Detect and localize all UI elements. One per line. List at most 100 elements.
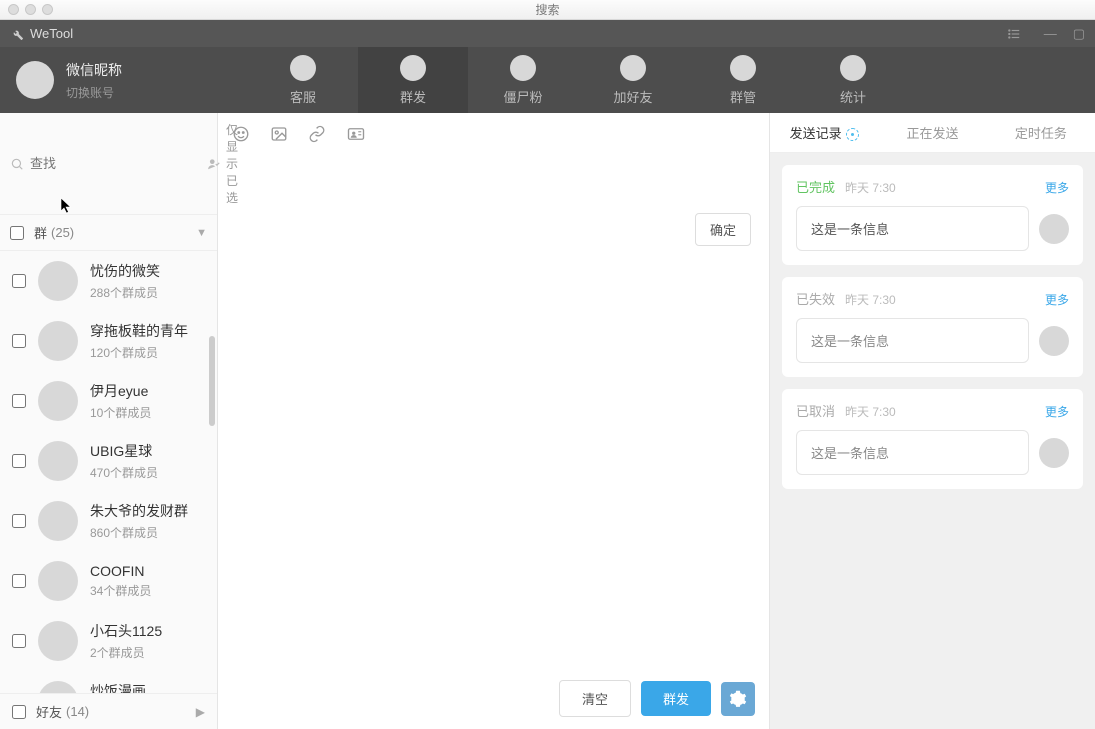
traffic-lights bbox=[8, 4, 53, 15]
history-tabs: 发送记录 正在发送 定时任务 bbox=[770, 113, 1095, 153]
close-window-dot[interactable] bbox=[8, 4, 19, 15]
nav-icon-groupmgmt bbox=[730, 55, 756, 81]
history-card: 已失效昨天 7:30更多这是一条信息 bbox=[782, 277, 1083, 377]
sidebar: 仅显示已选 群 (25) ▼ 忧伤的微笑288个群成员穿拖板鞋的青年 120个群成… bbox=[0, 113, 218, 729]
window-title: 搜索 bbox=[535, 1, 559, 18]
list-item[interactable]: 朱大爷的发财群 860个群成员 bbox=[0, 491, 217, 551]
profile-area: 微信昵称 切换账号 bbox=[0, 47, 218, 113]
list-item[interactable]: COOFIN34个群成员 bbox=[0, 551, 217, 611]
nav-tabs: 客服 群发 僵尸粉 加好友 群管 统计 bbox=[218, 47, 1095, 113]
link-icon[interactable] bbox=[308, 125, 326, 143]
recipient-avatar bbox=[1039, 438, 1069, 468]
composer-toolbar bbox=[218, 113, 769, 155]
switch-account-link[interactable]: 切换账号 bbox=[66, 84, 122, 101]
card-time: 昨天 7:30 bbox=[845, 179, 896, 196]
minimize-button[interactable]: — bbox=[1044, 26, 1057, 41]
group-avatar bbox=[38, 441, 78, 481]
mac-titlebar: 搜索 bbox=[0, 0, 1095, 20]
contact-card-icon[interactable] bbox=[346, 125, 366, 143]
list-item[interactable]: 忧伤的微笑288个群成员 bbox=[0, 251, 217, 311]
history-cards: 已完成昨天 7:30更多这是一条信息已失效昨天 7:30更多这是一条信息已取消昨… bbox=[770, 153, 1095, 501]
list-icon[interactable] bbox=[1006, 27, 1022, 41]
maximize-button[interactable]: ▢ bbox=[1073, 26, 1085, 42]
group-section-count: (25) bbox=[51, 225, 74, 240]
search-row: 仅显示已选 bbox=[0, 113, 217, 215]
nav-icon-addfriend bbox=[620, 55, 646, 81]
group-name: 小石头1125 bbox=[90, 621, 162, 641]
maximize-window-dot[interactable] bbox=[42, 4, 53, 15]
group-member-count: 10个群成员 bbox=[90, 404, 151, 421]
history-panel: 发送记录 正在发送 定时任务 已完成昨天 7:30更多这是一条信息已失效昨天 7… bbox=[770, 113, 1095, 729]
clear-button[interactable]: 清空 bbox=[559, 680, 631, 717]
wrench-icon bbox=[10, 27, 24, 41]
image-icon[interactable] bbox=[270, 125, 288, 143]
list-item[interactable]: 炒饭漫画44个群成员 bbox=[0, 671, 217, 693]
nav-tab-groupmgmt[interactable]: 群管 bbox=[688, 47, 798, 113]
recipient-avatar bbox=[1039, 214, 1069, 244]
composer-footer: 清空 群发 bbox=[218, 668, 769, 729]
history-card: 已取消昨天 7:30更多这是一条信息 bbox=[782, 389, 1083, 489]
list-item-checkbox[interactable] bbox=[12, 634, 26, 648]
emoji-icon[interactable] bbox=[232, 125, 250, 143]
card-time: 昨天 7:30 bbox=[845, 291, 896, 308]
friends-select-all-checkbox[interactable] bbox=[12, 705, 26, 719]
list-item-checkbox[interactable] bbox=[12, 574, 26, 588]
group-avatar bbox=[38, 621, 78, 661]
top-band: 微信昵称 切换账号 客服 群发 僵尸粉 加好友 群管 统计 bbox=[0, 47, 1095, 113]
list-item[interactable]: 小石头1125 2个群成员 bbox=[0, 611, 217, 671]
group-member-count: 2个群成员 bbox=[90, 644, 162, 661]
settings-button[interactable] bbox=[721, 682, 755, 716]
more-link[interactable]: 更多 bbox=[1045, 291, 1069, 308]
list-item-checkbox[interactable] bbox=[12, 274, 26, 288]
nav-icon-zombie bbox=[510, 55, 536, 81]
list-item[interactable]: UBIG星球470个群成员 bbox=[0, 431, 217, 491]
group-section-header[interactable]: 群 (25) ▼ bbox=[0, 215, 217, 251]
more-link[interactable]: 更多 bbox=[1045, 403, 1069, 420]
list-item-checkbox[interactable] bbox=[12, 394, 26, 408]
nav-tab-broadcast[interactable]: 群发 bbox=[358, 47, 468, 113]
nav-icon-stats bbox=[840, 55, 866, 81]
profile-avatar[interactable] bbox=[16, 61, 54, 99]
list-item-checkbox[interactable] bbox=[12, 454, 26, 468]
group-name: 朱大爷的发财群 bbox=[90, 501, 188, 521]
group-member-count: 288个群成员 bbox=[90, 284, 160, 301]
app-header: WeTool — ▢ bbox=[0, 20, 1095, 47]
list-item-checkbox[interactable] bbox=[12, 334, 26, 348]
send-broadcast-button[interactable]: 群发 bbox=[641, 681, 711, 716]
tab-scheduled[interactable]: 定时任务 bbox=[987, 123, 1095, 142]
minimize-window-dot[interactable] bbox=[25, 4, 36, 15]
list-item[interactable]: 伊月eyue10个群成员 bbox=[0, 371, 217, 431]
message-bubble: 这是一条信息 bbox=[796, 206, 1029, 251]
group-member-count: 860个群成员 bbox=[90, 524, 188, 541]
sync-icon bbox=[846, 128, 859, 141]
scrollbar-thumb[interactable] bbox=[209, 336, 215, 426]
card-status: 已失效 bbox=[796, 289, 835, 308]
group-name: 炒饭漫画 bbox=[90, 681, 151, 693]
group-member-count: 120个群成员 bbox=[90, 344, 188, 361]
nav-tab-addfriend[interactable]: 加好友 bbox=[578, 47, 688, 113]
friends-section-count: (14) bbox=[66, 704, 89, 719]
chevron-right-icon: ▶ bbox=[196, 705, 205, 719]
group-avatar bbox=[38, 381, 78, 421]
group-name: 穿拖板鞋的青年 bbox=[90, 321, 188, 341]
group-avatar bbox=[38, 261, 78, 301]
nav-tab-support[interactable]: 客服 bbox=[248, 47, 358, 113]
tab-sending-now[interactable]: 正在发送 bbox=[878, 123, 986, 142]
group-name: COOFIN bbox=[90, 563, 151, 579]
group-avatar bbox=[38, 561, 78, 601]
list-item-checkbox[interactable] bbox=[12, 514, 26, 528]
nav-tab-stats[interactable]: 统计 bbox=[798, 47, 908, 113]
card-status: 已完成 bbox=[796, 177, 835, 196]
confirm-button[interactable]: 确定 bbox=[695, 213, 751, 246]
nav-tab-zombie[interactable]: 僵尸粉 bbox=[468, 47, 578, 113]
more-link[interactable]: 更多 bbox=[1045, 179, 1069, 196]
search-icon bbox=[10, 157, 24, 171]
group-select-all-checkbox[interactable] bbox=[10, 226, 24, 240]
friends-section-header[interactable]: 好友 (14) ▶ bbox=[0, 693, 217, 729]
search-input[interactable] bbox=[30, 156, 206, 171]
message-bubble: 这是一条信息 bbox=[796, 430, 1029, 475]
group-list[interactable]: 忧伤的微笑288个群成员穿拖板鞋的青年 120个群成员伊月eyue10个群成员UB… bbox=[0, 251, 217, 693]
tab-send-history[interactable]: 发送记录 bbox=[770, 123, 878, 142]
list-item[interactable]: 穿拖板鞋的青年 120个群成员 bbox=[0, 311, 217, 371]
friends-section-label: 好友 bbox=[36, 702, 62, 721]
